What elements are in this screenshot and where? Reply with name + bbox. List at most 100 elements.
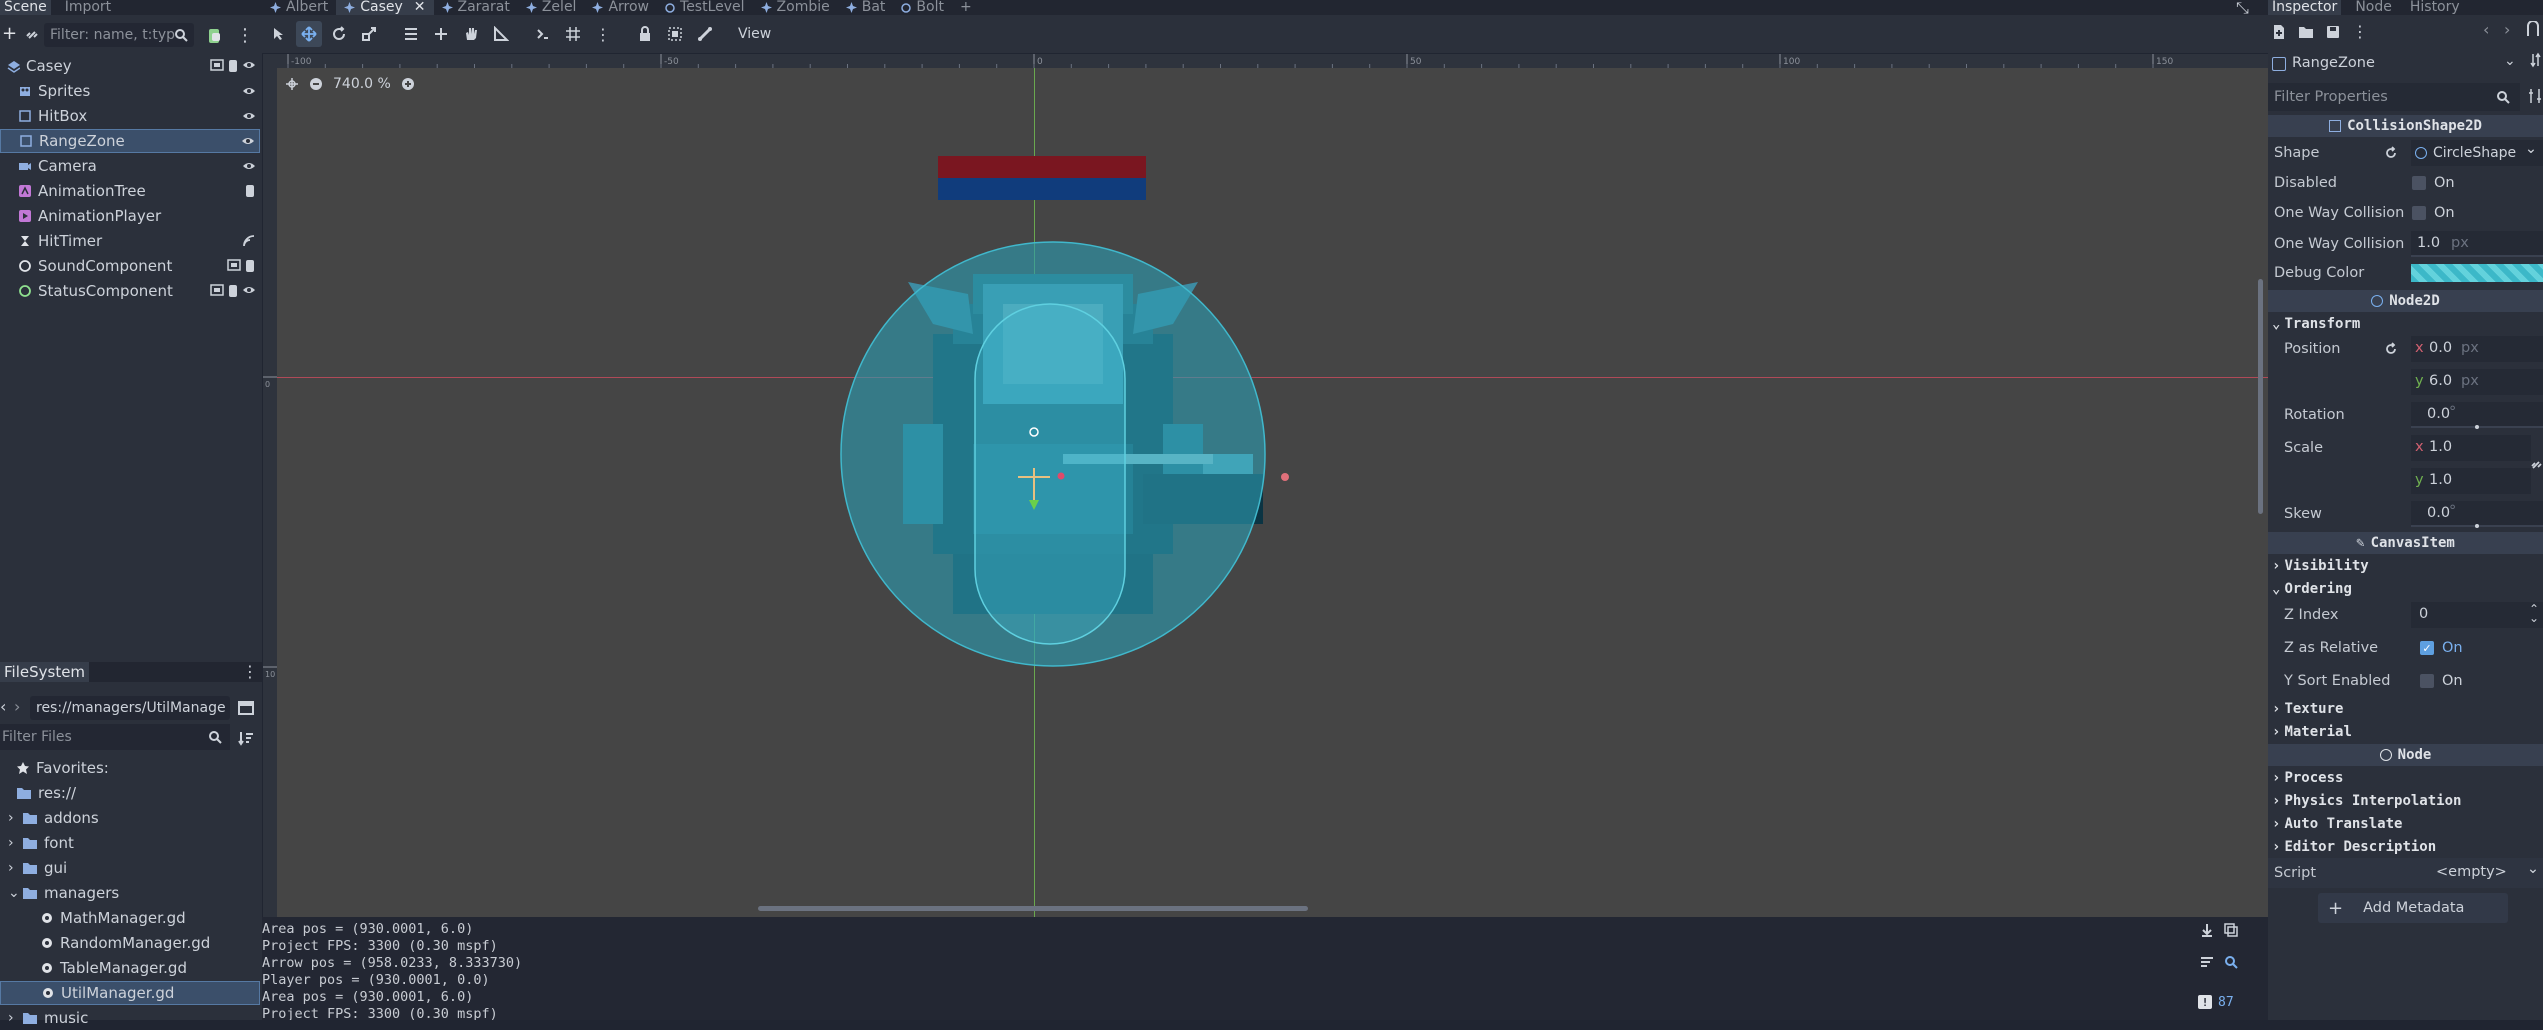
- prev-object-icon[interactable]: ‹: [2483, 20, 2489, 39]
- scene-node-animationtree[interactable]: AnimationTree: [0, 179, 260, 203]
- split-view-icon[interactable]: [238, 700, 254, 716]
- scene-tab-bat[interactable]: Bat: [838, 0, 894, 15]
- close-icon[interactable]: ✕: [414, 0, 426, 15]
- link-icon[interactable]: [24, 27, 40, 43]
- filesystem-menu-icon[interactable]: ⋮: [242, 662, 258, 681]
- zoom-out-icon[interactable]: [309, 77, 323, 91]
- fs-item[interactable]: ⌄ managers: [0, 881, 260, 905]
- scene-node-hittimer[interactable]: HitTimer: [0, 229, 260, 253]
- message-count-badge[interactable]: ! 87: [2198, 991, 2238, 1013]
- add-node-icon[interactable]: +: [2, 25, 17, 43]
- group-badge-icon[interactable]: [210, 284, 224, 298]
- group-icon[interactable]: [662, 21, 688, 47]
- chevron-down-icon[interactable]: ⌄: [2527, 861, 2539, 877]
- more-options-icon[interactable]: ⋮: [236, 25, 254, 46]
- transform-group[interactable]: ⌄ Transform: [2268, 313, 2543, 335]
- scene-tab-bolt[interactable]: Bolt: [893, 0, 952, 15]
- pivot-tool-button[interactable]: [428, 21, 454, 47]
- pan-tool-button[interactable]: [458, 21, 484, 47]
- scene-node-animationplayer[interactable]: AnimationPlayer: [0, 204, 260, 228]
- scale-tool-button[interactable]: [356, 21, 382, 47]
- chevron-right-icon[interactable]: ›: [8, 1010, 20, 1026]
- script-icon[interactable]: [227, 59, 239, 73]
- skew-slider[interactable]: 0.0 °: [2411, 501, 2543, 528]
- one-way-checkbox[interactable]: On: [2412, 205, 2455, 221]
- rotation-slider[interactable]: 0.0 °: [2411, 402, 2543, 429]
- bone-icon[interactable]: [692, 21, 718, 47]
- scene-node-soundcomponent[interactable]: SoundComponent: [0, 254, 260, 278]
- process-group[interactable]: › Process: [2268, 767, 2543, 789]
- tab-history[interactable]: History: [2406, 0, 2464, 15]
- scene-node-rangezone[interactable]: RangeZone: [0, 129, 260, 153]
- visibility-eye-icon[interactable]: [242, 110, 256, 122]
- character-sprite[interactable]: [803, 194, 1303, 714]
- texture-group[interactable]: › Texture: [2268, 698, 2543, 720]
- new-resource-icon[interactable]: [2272, 24, 2286, 40]
- scene-tab-testlevel[interactable]: TestLevel: [657, 0, 753, 15]
- script-icon[interactable]: [227, 284, 239, 298]
- scene-node-hitbox[interactable]: HitBox: [0, 104, 260, 128]
- scene-node-casey[interactable]: Casey: [0, 54, 260, 78]
- fs-item[interactable]: › music: [0, 1006, 260, 1030]
- visibility-eye-icon[interactable]: [241, 135, 255, 147]
- forward-arrow-icon[interactable]: ›: [14, 697, 20, 716]
- smart-snap-button[interactable]: [530, 21, 556, 47]
- scene-node-sprites[interactable]: Sprites: [0, 79, 260, 103]
- add-tab-icon[interactable]: +: [952, 0, 980, 15]
- filesystem-filter-input[interactable]: Filter Files: [0, 724, 230, 750]
- visibility-eye-icon[interactable]: [242, 284, 256, 298]
- fs-item[interactable]: › gui: [0, 856, 260, 880]
- scene-tab-zelel[interactable]: Zelel: [518, 0, 585, 15]
- chevron-right-icon[interactable]: ›: [8, 835, 20, 851]
- script-icon[interactable]: [244, 184, 256, 198]
- back-arrow-icon[interactable]: ‹: [0, 697, 6, 716]
- visibility-eye-icon[interactable]: [242, 85, 256, 97]
- spin-arrows-icon[interactable]: ⌃ ⌄: [2529, 603, 2539, 624]
- link-scale-icon[interactable]: [2530, 458, 2543, 472]
- lock-icon[interactable]: [632, 21, 658, 47]
- chevron-down-icon[interactable]: ⌄: [8, 885, 20, 901]
- view-menu-button[interactable]: View: [732, 21, 777, 47]
- vertical-scrollbar[interactable]: [2258, 279, 2263, 514]
- canvas-viewport[interactable]: -100 -50 0 50 100 150 0 10 740.0 %: [263, 54, 2268, 917]
- search-icon[interactable]: [2224, 955, 2238, 969]
- filter-properties-input[interactable]: Filter Properties: [2268, 83, 2520, 111]
- z-relative-checkbox[interactable]: ✓ On: [2420, 640, 2463, 656]
- signal-icon[interactable]: [242, 234, 256, 248]
- horizontal-scrollbar[interactable]: [758, 906, 1308, 911]
- chevron-right-icon[interactable]: ›: [8, 810, 20, 826]
- fs-item[interactable]: › font: [0, 831, 260, 855]
- z-index-spinbox[interactable]: 0 ⌃ ⌄: [2411, 602, 2543, 628]
- node-selector[interactable]: RangeZone ⌄: [2268, 50, 2526, 78]
- center-view-icon[interactable]: [285, 77, 299, 91]
- object-history-icon[interactable]: [2526, 21, 2540, 37]
- debug-color-swatch[interactable]: [2411, 264, 2543, 282]
- fs-item[interactable]: TableManager.gd: [0, 956, 260, 980]
- open-resource-icon[interactable]: [2298, 25, 2314, 39]
- revert-icon[interactable]: [2384, 342, 2398, 356]
- shape-resource-picker[interactable]: CircleShape ⌄: [2411, 140, 2543, 166]
- save-resource-icon[interactable]: [2326, 25, 2340, 39]
- fs-item[interactable]: › addons: [0, 806, 260, 830]
- add-metadata-button[interactable]: + Add Metadata: [2318, 893, 2508, 923]
- ruler-tool-button[interactable]: [488, 21, 514, 47]
- group-badge-icon[interactable]: [227, 259, 241, 273]
- scene-tab-zararat[interactable]: Zararat: [434, 0, 518, 15]
- position-y-spinbox[interactable]: y 6.0 px: [2411, 369, 2543, 395]
- scroll-lock-icon[interactable]: [2200, 923, 2214, 937]
- path-field[interactable]: res://managers/UtilManager: [30, 696, 230, 720]
- one-way-margin-spinbox[interactable]: 1.0 px: [2411, 231, 2543, 257]
- zoom-level[interactable]: 740.0 %: [333, 76, 391, 92]
- scene-tab-casey[interactable]: Casey ✕: [336, 0, 434, 15]
- fs-item[interactable]: RandomManager.gd: [0, 931, 260, 955]
- ordering-group[interactable]: ⌄ Ordering: [2268, 578, 2543, 600]
- script-icon[interactable]: [244, 259, 256, 273]
- scene-tab-albert[interactable]: Albert: [262, 0, 336, 15]
- editor-description-group[interactable]: › Editor Description: [2268, 836, 2543, 858]
- scene-filter-input[interactable]: Filter: name, t:typ: [44, 23, 194, 47]
- snap-options-icon[interactable]: ⋮: [590, 21, 616, 47]
- fs-item[interactable]: res://: [0, 781, 260, 805]
- sort-properties-icon[interactable]: [2530, 52, 2543, 68]
- revert-icon[interactable]: [2384, 146, 2398, 160]
- fs-item[interactable]: UtilManager.gd: [0, 981, 260, 1005]
